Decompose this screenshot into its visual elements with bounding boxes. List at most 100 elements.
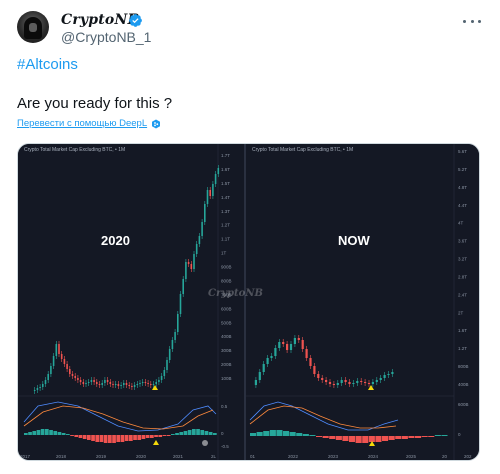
candle-body <box>270 356 273 358</box>
left-osc-tick: -0.5 <box>221 444 229 449</box>
deepl-logo-icon <box>152 119 161 128</box>
osc-bar <box>112 435 116 443</box>
left-osc-tick: 0.5 <box>221 404 228 409</box>
candle-body <box>82 382 85 384</box>
osc-bar <box>335 436 342 440</box>
right-x-tick: 2022 <box>288 454 299 459</box>
candle-body <box>360 381 363 382</box>
osc-bar <box>154 435 158 437</box>
left-y-tick: 400B <box>221 334 232 339</box>
candle-body <box>266 358 269 364</box>
candle-body <box>209 190 211 196</box>
candle-body <box>101 383 103 385</box>
verified-badge-icon <box>129 14 142 27</box>
candle-body <box>317 374 320 378</box>
osc-bar <box>388 436 395 440</box>
candle-body <box>364 382 367 383</box>
candle-body <box>50 366 52 374</box>
osc-bar <box>401 436 408 439</box>
candle-body <box>69 369 71 374</box>
candle-body <box>90 380 93 382</box>
candle-body <box>166 360 168 370</box>
osc-bar <box>289 432 296 436</box>
osc-bar <box>129 435 133 441</box>
candle-body <box>195 244 198 254</box>
candle-body <box>152 384 155 385</box>
candle-body <box>98 384 101 385</box>
tweet-image[interactable]: Crypto Total Market Cap Excluding BTC, •… <box>17 143 480 461</box>
right-osc-tick: 600B <box>458 402 469 407</box>
candle-body <box>117 384 120 386</box>
more-options-icon[interactable] <box>461 13 483 29</box>
candle-body <box>36 388 39 390</box>
translate-link[interactable]: Перевести с помощью DeepL <box>17 118 161 129</box>
watermark-text: CryptoNB <box>208 288 263 299</box>
candle-body <box>155 382 157 384</box>
candle-body <box>332 384 335 385</box>
osc-bar <box>421 436 428 437</box>
right-y-tick: 4T <box>458 221 464 226</box>
tweet-header: CryptoNB @CryptoNB_1 <box>17 11 485 45</box>
right-y-tick: 2T <box>458 310 464 315</box>
candle-body <box>77 378 79 380</box>
candle-body <box>375 380 378 382</box>
osc-bar <box>204 431 209 435</box>
left-settings-icon[interactable] <box>202 440 208 446</box>
candle-body <box>309 358 312 366</box>
candle-body <box>136 384 139 385</box>
right-y-tick: 1.2T <box>458 346 467 351</box>
candle-body <box>204 204 206 222</box>
osc-bar <box>49 430 53 435</box>
osc-bar <box>150 435 154 438</box>
hashtag-link[interactable]: #Altcoins <box>17 56 78 73</box>
candle-body <box>66 364 68 369</box>
candle-body <box>193 254 195 269</box>
osc-bar <box>309 435 316 436</box>
avatar[interactable] <box>17 11 49 43</box>
right-y-tick: 400B <box>458 382 469 387</box>
candle-body <box>55 344 58 356</box>
osc-bar <box>375 436 382 442</box>
candle-body <box>371 382 374 384</box>
left-y-tick: 900B <box>221 265 232 270</box>
candle-body <box>96 382 98 384</box>
osc-bar <box>342 436 349 441</box>
left-y-tick: 1.1T <box>221 237 230 242</box>
candle-body <box>144 382 147 383</box>
candle-body <box>286 344 289 350</box>
osc-bar <box>166 435 171 436</box>
candle-body <box>212 184 214 196</box>
user-handle[interactable]: @CryptoNB_1 <box>61 29 151 45</box>
left-y-tick: 1T <box>221 251 227 256</box>
right-y-tick: 2.8T <box>458 274 467 279</box>
candle-body <box>123 383 125 385</box>
osc-bar <box>87 435 91 440</box>
candle-body <box>85 383 87 384</box>
osc-bar <box>162 435 167 436</box>
candle-body <box>391 372 394 374</box>
candle-body <box>160 376 163 380</box>
candle-body <box>168 349 171 360</box>
osc-bar <box>434 435 441 436</box>
osc-bar <box>408 436 415 438</box>
chart-image: Crypto Total Market Cap Excluding BTC, •… <box>18 144 479 460</box>
candle-body <box>340 380 343 383</box>
candle-body <box>131 386 133 387</box>
candle-body <box>214 174 217 184</box>
candle-body <box>356 381 359 383</box>
candle-body <box>63 359 66 364</box>
right-y-tick: 1.6T <box>458 328 467 333</box>
osc-bar <box>175 433 179 435</box>
osc-bar <box>158 435 163 437</box>
left-x-tick: 2020 <box>136 454 147 459</box>
candle-body <box>58 344 60 354</box>
osc-bar <box>269 430 276 436</box>
osc-bar <box>362 436 369 443</box>
candle-body <box>109 382 112 384</box>
osc-bar <box>74 435 79 437</box>
left-x-tick: 2018 <box>56 454 67 459</box>
right-x-tick: 2024 <box>368 454 379 459</box>
left-y-tick: 100B <box>221 376 232 381</box>
left-period-label: 2020 <box>101 233 130 248</box>
right-y-tick: 3.6T <box>458 239 467 244</box>
